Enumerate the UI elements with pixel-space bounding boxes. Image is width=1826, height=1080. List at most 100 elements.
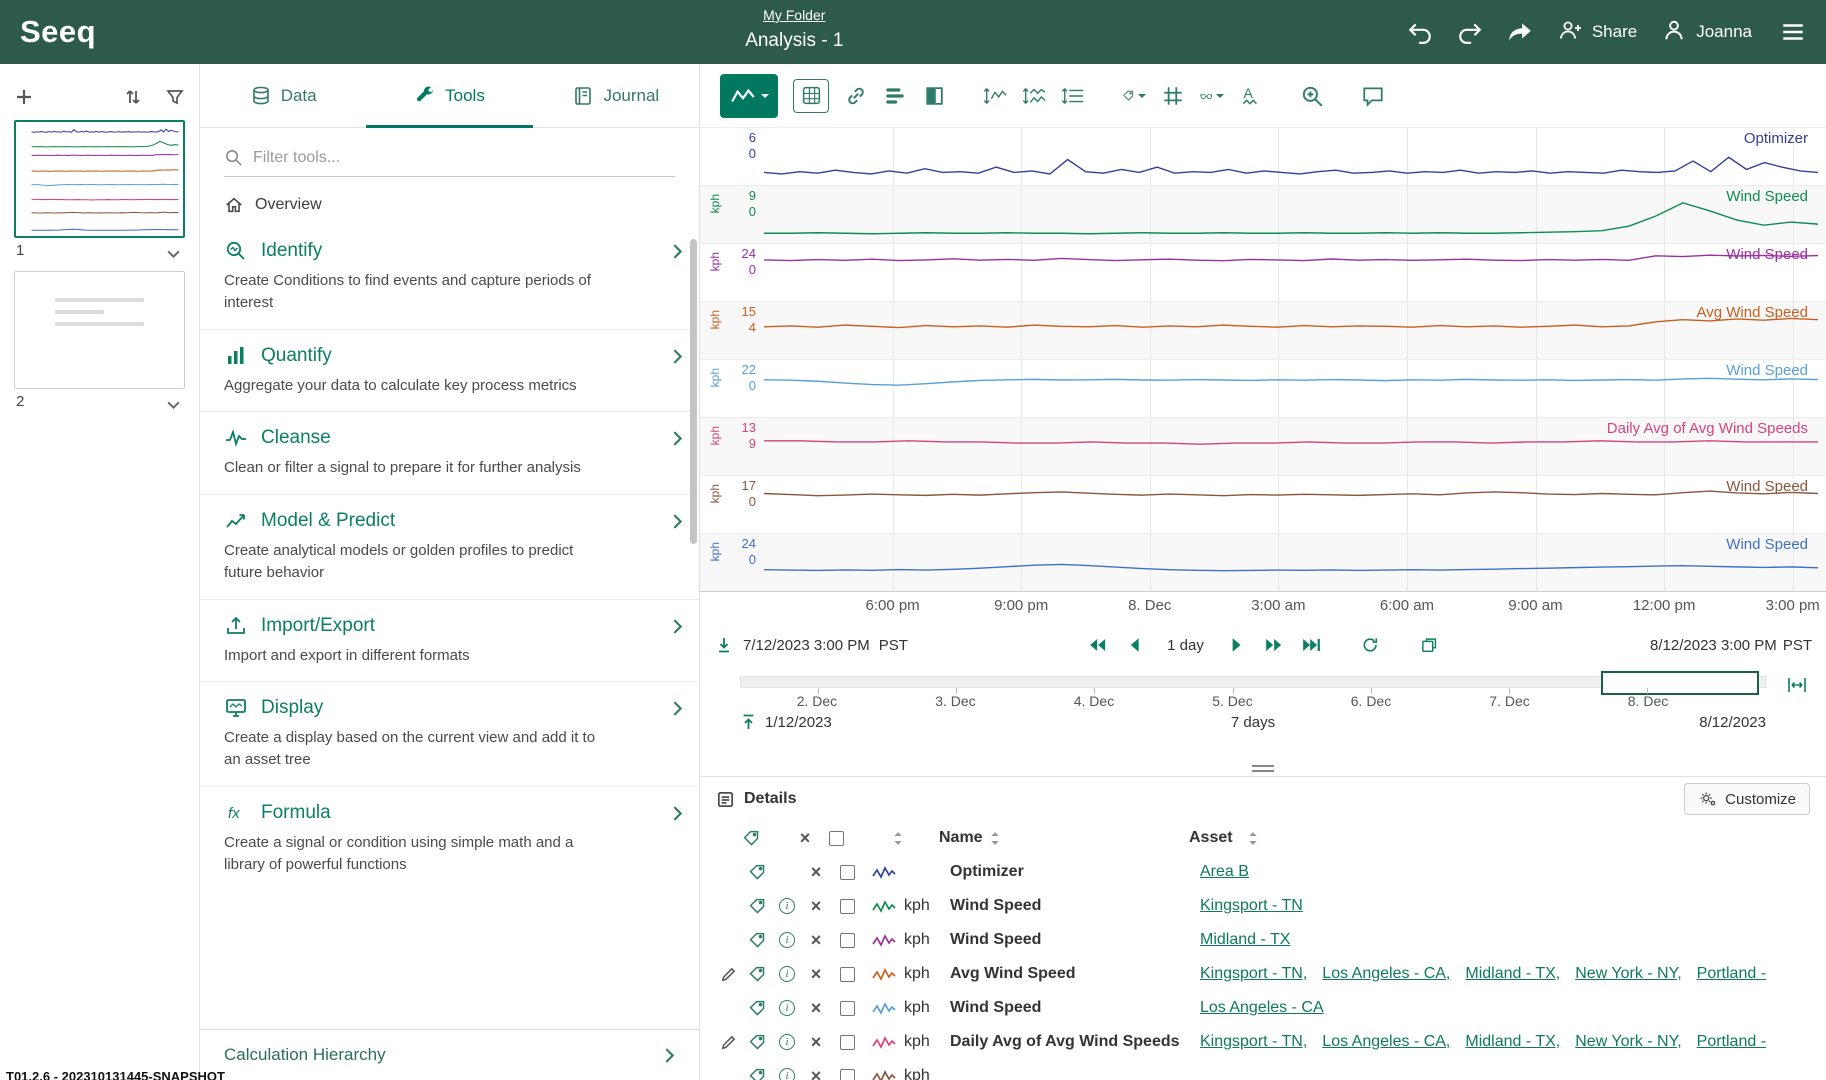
asset-column-header[interactable]: Asset (1189, 829, 1826, 847)
worksheet-thumbnail-2[interactable] (14, 271, 185, 389)
chevron-down-icon[interactable] (166, 246, 181, 256)
tag-icon[interactable] (748, 863, 767, 882)
lane-plot[interactable]: Wind Speed (764, 186, 1818, 243)
user-menu-button[interactable]: Joanna (1661, 18, 1752, 47)
asset-link[interactable]: Area B (1200, 863, 1249, 881)
signal-style-icon[interactable] (864, 899, 904, 914)
series-label[interactable]: Wind Speed (1726, 246, 1808, 263)
tag-icon[interactable] (748, 897, 767, 916)
info-icon[interactable]: i (779, 898, 795, 914)
lane-axis[interactable]: kph139 (700, 418, 764, 475)
lane-plot[interactable]: Optimizer (764, 128, 1818, 185)
trend-separate-lanes-icon[interactable] (1022, 84, 1046, 108)
resize-handle[interactable] (1252, 765, 1274, 772)
asset-link[interactable]: Portland - (1697, 965, 1766, 983)
share-forward-icon[interactable] (1507, 20, 1533, 44)
asset-link[interactable]: Los Angeles - CA (1200, 999, 1324, 1017)
tag-icon[interactable] (748, 1067, 767, 1080)
dimming-glasses-icon[interactable] (1200, 84, 1224, 108)
sort-icon[interactable] (893, 831, 903, 846)
lane-plot[interactable]: Avg Wind Speed (764, 302, 1818, 359)
panel-resize-divider[interactable] (700, 760, 1826, 776)
remove-button[interactable]: × (811, 863, 822, 881)
tab-data[interactable]: Data (200, 64, 366, 127)
calculation-hierarchy-item[interactable]: Calculation Hierarchy (200, 1029, 699, 1080)
edit-pencil-icon[interactable] (720, 1034, 737, 1051)
lane-axis[interactable]: kph170 (700, 476, 764, 533)
signal-name[interactable]: Avg Wind Speed (950, 965, 1200, 983)
tool-item-quantify[interactable]: QuantifyAggregate your data to calculate… (200, 329, 699, 412)
step-back-fast-icon[interactable] (1087, 636, 1107, 654)
lane-plot[interactable]: Wind Speed (764, 534, 1818, 591)
select-checkbox[interactable] (840, 865, 855, 880)
share-button[interactable]: Share (1557, 18, 1637, 47)
lane-axis[interactable]: 60 (700, 128, 764, 185)
tool-item-model-predict[interactable]: Model & PredictCreate analytical models … (200, 494, 699, 599)
step-to-end-icon[interactable] (1301, 636, 1321, 654)
zoom-in-icon[interactable] (1300, 84, 1324, 108)
select-checkbox[interactable] (840, 899, 855, 914)
remove-all-button[interactable]: × (800, 829, 811, 847)
asset-link[interactable]: New York - NY, (1575, 965, 1681, 983)
lane-plot[interactable]: Wind Speed (764, 476, 1818, 533)
labels-tag-icon[interactable] (1122, 84, 1146, 108)
lane-axis[interactable]: kph154 (700, 302, 764, 359)
asset-link[interactable]: Los Angeles - CA, (1322, 1033, 1450, 1051)
asset-link[interactable]: Portland - (1697, 1033, 1766, 1051)
lane-axis[interactable]: kph90 (700, 186, 764, 243)
lane-plot[interactable]: Daily Avg of Avg Wind Speeds (764, 418, 1818, 475)
asset-link[interactable]: Kingsport - TN, (1200, 1033, 1307, 1051)
asset-link[interactable]: Kingsport - TN (1200, 897, 1303, 915)
undo-icon[interactable] (1407, 20, 1433, 44)
filter-tools-input[interactable] (253, 149, 675, 167)
info-icon[interactable]: i (779, 966, 795, 982)
hamburger-menu-icon[interactable] (1780, 20, 1806, 44)
signal-style-icon[interactable] (864, 1069, 904, 1080)
remove-button[interactable]: × (811, 897, 822, 915)
redo-icon[interactable] (1457, 20, 1483, 44)
edit-pencil-icon[interactable] (720, 966, 737, 983)
signal-name[interactable]: Optimizer (950, 863, 1200, 881)
lane-axis[interactable]: kph220 (700, 360, 764, 417)
capsule-time-icon[interactable] (883, 84, 907, 108)
tool-item-import-export[interactable]: Import/ExportImport and export in differ… (200, 599, 699, 682)
series-label[interactable]: Wind Speed (1726, 536, 1808, 553)
series-label[interactable]: Avg Wind Speed (1697, 304, 1808, 321)
remove-button[interactable]: × (811, 999, 822, 1017)
remove-button[interactable]: × (811, 1067, 822, 1080)
signal-style-icon[interactable] (864, 865, 904, 880)
tag-icon[interactable] (748, 999, 767, 1018)
refresh-icon[interactable] (1360, 636, 1380, 654)
select-all-checkbox[interactable] (829, 831, 844, 846)
timeline-fit-icon[interactable] (1786, 676, 1808, 694)
name-column-header[interactable]: Name (939, 829, 1189, 847)
tag-icon[interactable] (748, 965, 767, 984)
lane-plot[interactable]: Wind Speed (764, 244, 1818, 301)
annotate-comment-icon[interactable] (1361, 84, 1385, 108)
signal-style-icon[interactable] (864, 933, 904, 948)
info-icon[interactable]: i (779, 1068, 795, 1080)
tool-item-formula[interactable]: fxFormulaCreate a signal or condition us… (200, 786, 699, 891)
chain-view-icon[interactable] (844, 84, 868, 108)
worksheet-thumbnail-1[interactable] (14, 120, 185, 238)
remove-button[interactable]: × (811, 931, 822, 949)
range-start-arrow-icon[interactable] (714, 636, 734, 654)
customize-button[interactable]: Customize (1684, 783, 1810, 815)
select-checkbox[interactable] (840, 1001, 855, 1016)
trend-one-axis-icon[interactable] (1061, 84, 1085, 108)
step-forward-fast-icon[interactable] (1264, 636, 1284, 654)
step-back-icon[interactable] (1124, 636, 1144, 654)
tool-item-cleanse[interactable]: CleanseClean or filter a signal to prepa… (200, 411, 699, 494)
display-duration[interactable]: 1 day (1167, 637, 1204, 654)
series-label[interactable]: Optimizer (1744, 130, 1808, 147)
asset-link[interactable]: Kingsport - TN, (1200, 965, 1307, 983)
view-mode-button[interactable] (720, 74, 778, 118)
series-label[interactable]: Daily Avg of Avg Wind Speeds (1607, 420, 1808, 437)
tag-icon[interactable] (748, 931, 767, 950)
asset-link[interactable]: Midland - TX (1200, 931, 1290, 949)
signal-style-icon[interactable] (864, 1001, 904, 1016)
tools-scrollbar-thumb[interactable] (690, 239, 697, 544)
display-start-datetime[interactable]: 7/12/2023 3:00 PM (743, 637, 870, 654)
overview-item[interactable]: Overview (200, 181, 699, 225)
remove-button[interactable]: × (811, 1033, 822, 1051)
